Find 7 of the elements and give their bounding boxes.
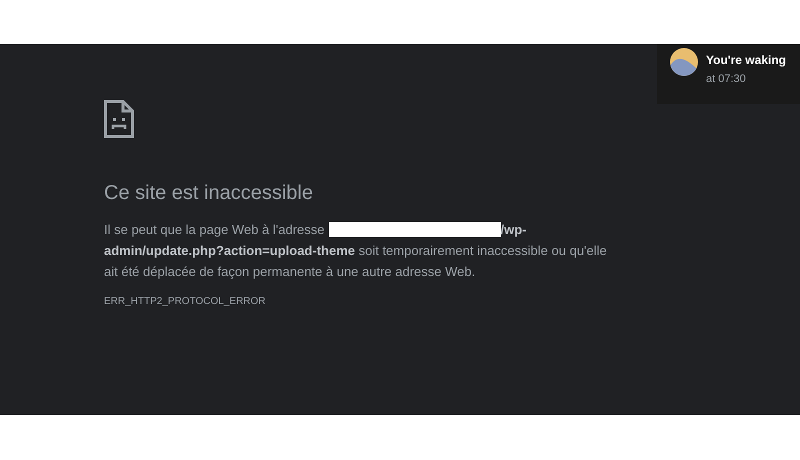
sunrise-icon (670, 48, 698, 76)
notification-time: at 07:30 (706, 73, 746, 85)
notification-toast[interactable]: You're waking at 07:30 (657, 44, 800, 104)
error-title: Ce site est inaccessible (104, 182, 313, 205)
notification-title: You're waking (706, 53, 786, 67)
error-code: ERR_HTTP2_PROTOCOL_ERROR (104, 296, 266, 307)
sad-page-icon (104, 100, 134, 138)
